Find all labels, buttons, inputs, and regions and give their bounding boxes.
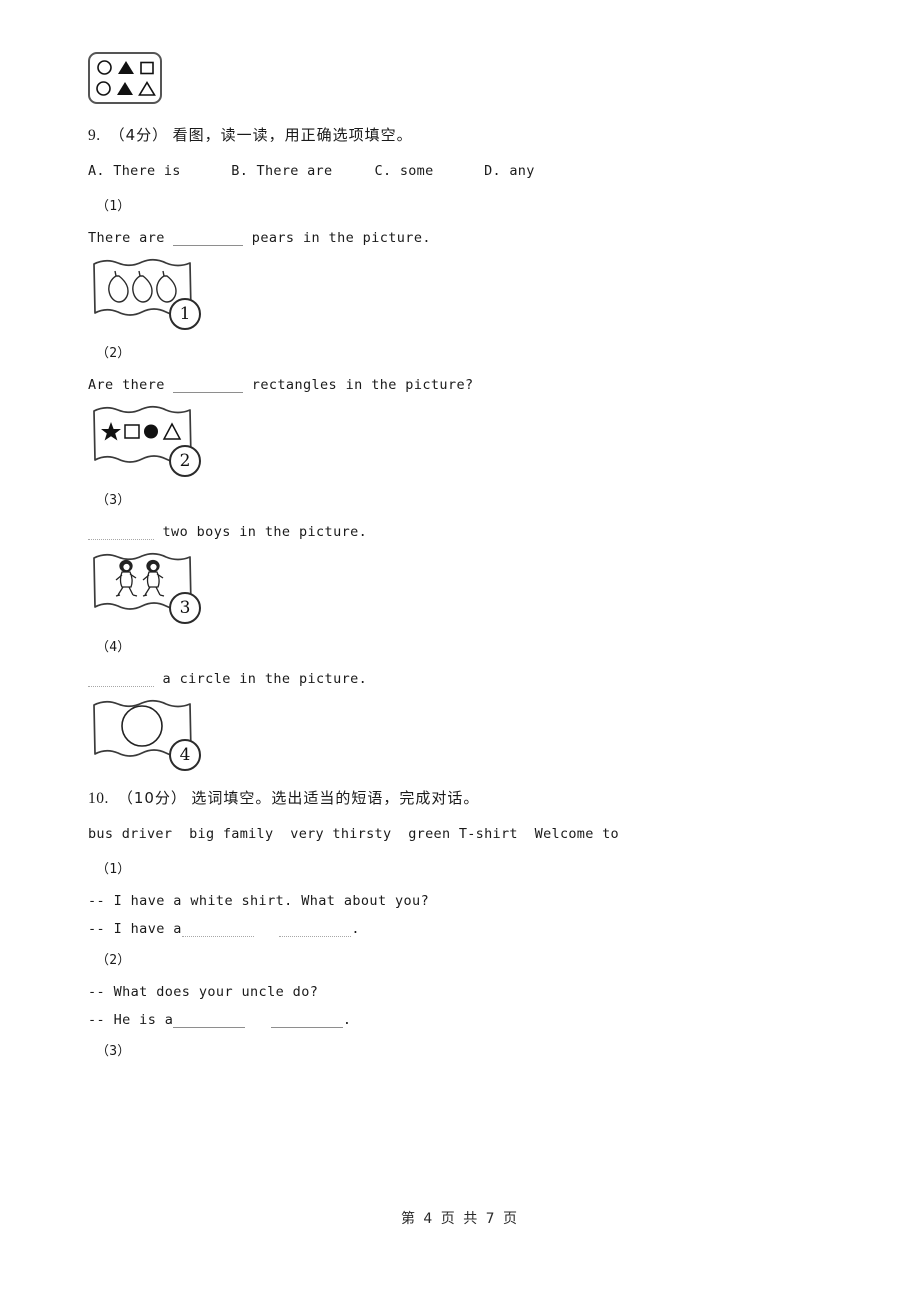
two-running-boys-icon	[115, 559, 165, 597]
three-pears-icon	[108, 270, 177, 303]
q9-item-1-sentence: There are pears in the picture.	[88, 230, 832, 246]
q9-item-3-text-after: two boys in the picture.	[154, 524, 368, 540]
q9-item-4-badge: 4	[169, 739, 201, 771]
q9-item-1-label: （1）	[96, 199, 131, 214]
q9-item-3-blank[interactable]	[88, 526, 154, 540]
square-outline-icon	[124, 424, 140, 439]
question-10-prompt: 选词填空。选出适当的短语，完成对话。	[191, 789, 480, 807]
q9-item-2-sentence: Are there rectangles in the picture?	[88, 377, 832, 393]
q10-item-2-label: （2）	[96, 953, 131, 968]
question-9-points: （4分）	[109, 126, 169, 144]
q10-item-1-label: （1）	[96, 862, 131, 877]
circle-filled-icon	[144, 424, 158, 439]
q10-item-2-text-mid	[245, 1012, 271, 1028]
shapes-row-1	[96, 58, 155, 77]
question-10-word-bank: bus driver big family very thirsty green…	[88, 826, 619, 842]
star-square-circle-triangle-icon	[101, 422, 182, 441]
q10-item-1-text-after: .	[351, 921, 360, 937]
question-9-options: A. There is B. There are C. some D. any	[88, 163, 535, 179]
question-9-heading: 9. （4分） 看图，读一读，用正确选项填空。	[88, 124, 832, 145]
q10-item-1-line2: -- I have a .	[88, 921, 832, 937]
q10-item-2-text-before: -- He is a	[88, 1012, 174, 1028]
q10-item-1-line1: -- I have a white shirt. What about you?	[88, 893, 430, 909]
q9-item-1-blank[interactable]	[173, 232, 244, 246]
q10-item-2-blank-b[interactable]	[270, 1014, 343, 1028]
q9-item-4-text-after: a circle in the picture.	[154, 671, 368, 687]
q9-item-2-picture: 2	[90, 401, 202, 477]
question-10-points: （10分）	[117, 789, 187, 807]
question-9-prompt: 看图，读一读，用正确选项填空。	[172, 126, 413, 144]
q9-item-3-label: （3）	[96, 493, 131, 508]
q9-item-1-text-after: pears in the picture.	[243, 230, 431, 246]
question-10-heading: 10. （10分） 选词填空。选出适当的短语，完成对话。	[88, 787, 832, 808]
q9-item-1-picture: 1	[90, 254, 202, 330]
q10-item-2-line1: -- What does your uncle do?	[88, 984, 319, 1000]
q10-item-3-label: （3）	[96, 1044, 131, 1059]
q10-item-1-text-mid	[254, 921, 280, 937]
q9-item-2-badge: 2	[169, 445, 201, 477]
question-9-number: 9.	[88, 127, 101, 144]
q9-item-4-blank[interactable]	[88, 673, 154, 687]
q9-item-3-sentence: two boys in the picture.	[88, 524, 832, 540]
triangle-filled-icon	[117, 61, 134, 74]
one-circle-icon	[121, 705, 163, 747]
q9-item-2-text-before: Are there	[88, 377, 174, 393]
shapes-row-2	[95, 79, 156, 98]
q9-item-2-blank[interactable]	[173, 379, 244, 393]
question-10-number: 10.	[88, 790, 109, 807]
triangle-filled-icon	[116, 82, 133, 95]
q10-item-1-text-before: -- I have a	[88, 921, 182, 937]
q9-item-2-text-after: rectangles in the picture?	[243, 377, 474, 393]
q9-item-4-label: （4）	[96, 640, 131, 655]
q9-item-1-badge: 1	[169, 298, 201, 330]
q10-item-1-blank-b[interactable]	[279, 923, 352, 937]
q9-item-1-text-before: There are	[88, 230, 174, 246]
circle-outline-icon	[95, 81, 111, 96]
q10-item-1-blank-a[interactable]	[181, 923, 254, 937]
q9-item-3-badge: 3	[169, 592, 201, 624]
q9-item-3-picture: 3	[90, 548, 202, 624]
shapes-grid-image	[88, 52, 162, 104]
square-outline-icon	[139, 61, 154, 74]
triangle-outline-icon	[162, 422, 182, 440]
q9-item-4-picture: 4	[90, 695, 202, 771]
q9-item-2-label: （2）	[96, 346, 131, 361]
q9-item-4-sentence: a circle in the picture.	[88, 671, 832, 687]
q10-item-2-text-after: .	[342, 1012, 352, 1028]
star-filled-icon	[101, 422, 121, 441]
document-page: 9. （4分） 看图，读一读，用正确选项填空。 A. There is B. T…	[0, 0, 920, 1302]
triangle-outline-icon	[137, 80, 156, 96]
page-footer: 第 4 页 共 7 页	[400, 1211, 520, 1227]
circle-outline-icon	[96, 60, 112, 75]
q10-item-2-line2: -- He is a .	[88, 1012, 832, 1028]
q10-item-2-blank-a[interactable]	[173, 1014, 246, 1028]
page-content: 9. （4分） 看图，读一读，用正确选项填空。 A. There is B. T…	[88, 52, 832, 1059]
